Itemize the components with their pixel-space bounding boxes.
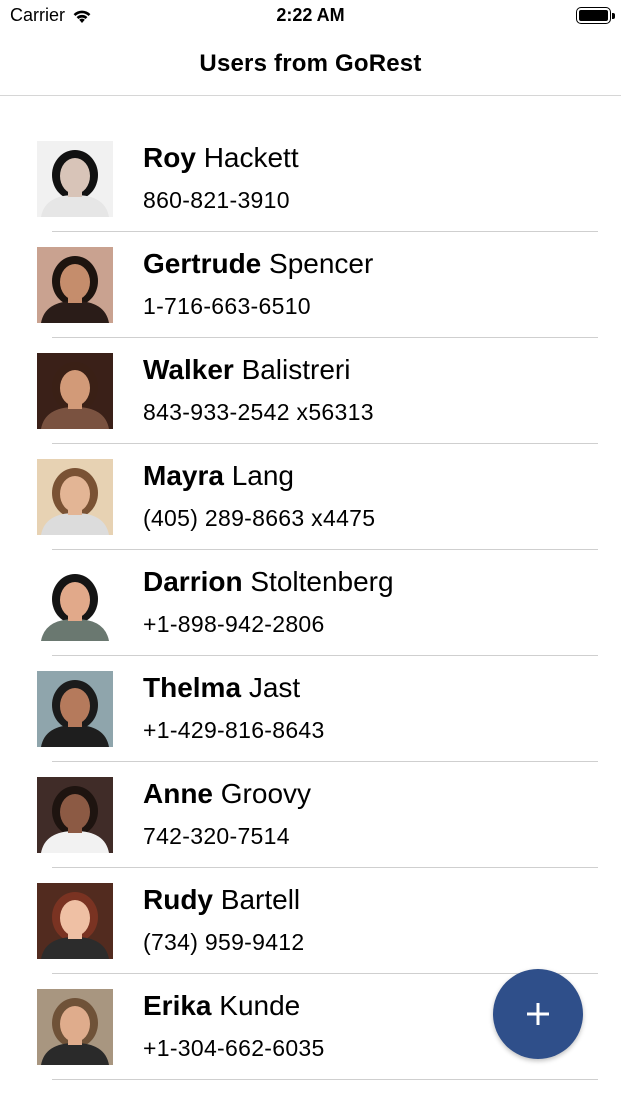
user-name: Erika Kunde [143,990,300,1022]
avatar-photo [37,459,113,535]
user-phone: +1-304-662-6035 [143,1035,325,1061]
avatar [37,247,113,323]
avatar [37,141,113,217]
avatar [37,989,113,1065]
user-list-item[interactable]: Anne Groovy 742-320-7514 [0,742,621,868]
user-phone: (405) 289-8663 x4475 [143,505,376,531]
user-last-name: Stoltenberg [250,566,394,597]
user-first-name: Rudy [143,884,213,915]
user-last-name: Bartell [220,884,301,915]
avatar-photo [37,777,113,853]
user-last-name: Kunde [219,990,301,1021]
user-first-name: Mayra [143,460,224,491]
user-list-item[interactable]: Rudy Bartell (734) 959-9412 [0,848,621,974]
user-list-item[interactable]: Darrion Stoltenberg +1-898-942-2806 [0,530,621,656]
avatar-photo [37,247,113,323]
user-name: Mayra Lang [143,460,294,492]
user-list-item[interactable]: Walker Balistreri 843-933-2542 x56313 [0,318,621,444]
user-first-name: Walker [143,354,234,385]
user-phone: 742-320-7514 [143,823,290,849]
avatar-photo [37,141,113,217]
user-last-name: Hackett [203,142,299,173]
battery-icon [576,7,615,24]
avatar [37,459,113,535]
battery-cap [612,13,615,19]
plus-icon [527,1003,549,1025]
battery-fill [579,10,608,21]
user-first-name: Thelma [143,672,242,703]
avatar [37,777,113,853]
avatar [37,565,113,641]
row-separator [52,1079,598,1080]
avatar [37,353,113,429]
user-last-name: Lang [231,460,295,491]
avatar [37,883,113,959]
status-time: 2:22 AM [276,5,345,25]
user-phone: (734) 959-9412 [143,929,305,955]
user-first-name: Roy [143,142,196,173]
avatar-photo [37,353,113,429]
user-name: Rudy Bartell [143,884,300,916]
user-first-name: Anne [143,778,213,809]
avatar-photo [37,989,113,1065]
user-first-name: Gertrude [143,248,262,279]
user-phone: 1-716-663-6510 [143,293,311,319]
user-list-item[interactable]: Roy Hackett 860-821-3910 [0,106,621,232]
user-name: Gertrude Spencer [143,248,373,280]
user-name: Thelma Jast [143,672,300,704]
user-first-name: Erika [143,990,212,1021]
navigation-bar: Users from GoRest [0,32,621,96]
user-phone: +1-898-942-2806 [143,611,325,637]
avatar [37,671,113,747]
user-list-item[interactable]: Thelma Jast +1-429-816-8643 [0,636,621,762]
user-list-item[interactable]: Gertrude Spencer 1-716-663-6510 [0,212,621,338]
user-name: Anne Groovy [143,778,311,810]
user-first-name: Darrion [143,566,243,597]
user-phone: 843-933-2542 x56313 [143,399,374,425]
user-list-item[interactable]: Mayra Lang (405) 289-8663 x4475 [0,424,621,550]
user-name: Walker Balistreri [143,354,350,386]
avatar-photo [37,883,113,959]
page-title: Users from GoRest [199,49,422,77]
user-last-name: Groovy [220,778,312,809]
user-list[interactable]: Roy Hackett 860-821-3910 Gertrude Spencer 1… [0,106,621,1080]
add-user-button[interactable] [493,969,583,1059]
user-last-name: Spencer [269,248,374,279]
avatar-photo [37,565,113,641]
user-last-name: Balistreri [241,354,351,385]
user-phone: +1-429-816-8643 [143,717,325,743]
user-last-name: Jast [248,672,301,703]
user-name: Roy Hackett [143,142,299,174]
status-bar: Carrier 2:22 AM [0,0,621,32]
user-phone: 860-821-3910 [143,187,290,213]
user-name: Darrion Stoltenberg [143,566,394,598]
avatar-photo [37,671,113,747]
